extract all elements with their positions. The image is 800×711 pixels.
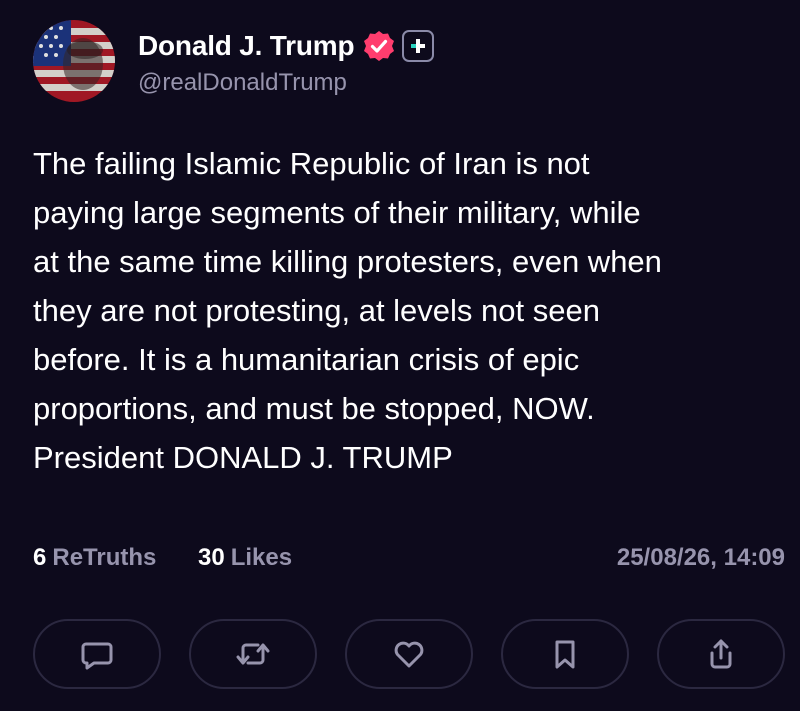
post-timestamp: 25/08/26, 14:09: [616, 544, 785, 571]
reply-icon: [81, 642, 113, 670]
truth-post: Donald J. Trump @realDonaldTrump The fai…: [0, 0, 800, 711]
like-icon: [394, 641, 424, 668]
share-button[interactable]: [657, 619, 785, 689]
verified-badge-icon: [362, 29, 396, 63]
post-text-line: proportions, and must be stopped, NOW.: [33, 391, 595, 426]
like-button[interactable]: [345, 619, 473, 689]
likes-stat[interactable]: 30 Likes: [198, 544, 292, 572]
retruth-button[interactable]: [189, 619, 317, 689]
avatar[interactable]: [33, 20, 115, 102]
reply-button[interactable]: [33, 619, 161, 689]
share-icon: [710, 639, 732, 669]
author-handle[interactable]: @realDonaldTrump: [138, 69, 347, 97]
likes-count: 30: [198, 544, 225, 571]
post-text-line: President DONALD J. TRUMP: [33, 440, 453, 475]
plus-badge-icon: [402, 30, 435, 62]
retruths-stat[interactable]: 6 ReTruths: [33, 544, 156, 572]
post-text-line: The failing Islamic Republic of Iran is …: [33, 146, 590, 181]
post-body-text: The failing Islamic Republic of Iran is …: [33, 139, 793, 482]
bookmark-button[interactable]: [501, 619, 629, 689]
retruths-label: ReTruths: [52, 544, 157, 571]
bookmark-icon: [555, 640, 575, 669]
post-text-line: paying large segments of their military,…: [33, 195, 641, 230]
author-display-name[interactable]: Donald J. Trump: [138, 30, 355, 62]
author-name-row: Donald J. Trump: [138, 26, 435, 66]
retruth-icon: [236, 643, 270, 665]
avatar-flag-portrait-image: [33, 20, 115, 102]
post-text-line: before. It is a humanitarian crisis of e…: [33, 342, 580, 377]
retruths-count: 6: [33, 544, 47, 571]
post-text-line: at the same time killing protesters, eve…: [33, 244, 662, 279]
action-bar: [33, 619, 785, 689]
post-text-line: they are not protesting, at levels not s…: [33, 293, 600, 328]
post-stats: 6 ReTruths 30 Likes 25/08/26, 14:09: [33, 544, 785, 578]
likes-label: Likes: [230, 544, 293, 571]
